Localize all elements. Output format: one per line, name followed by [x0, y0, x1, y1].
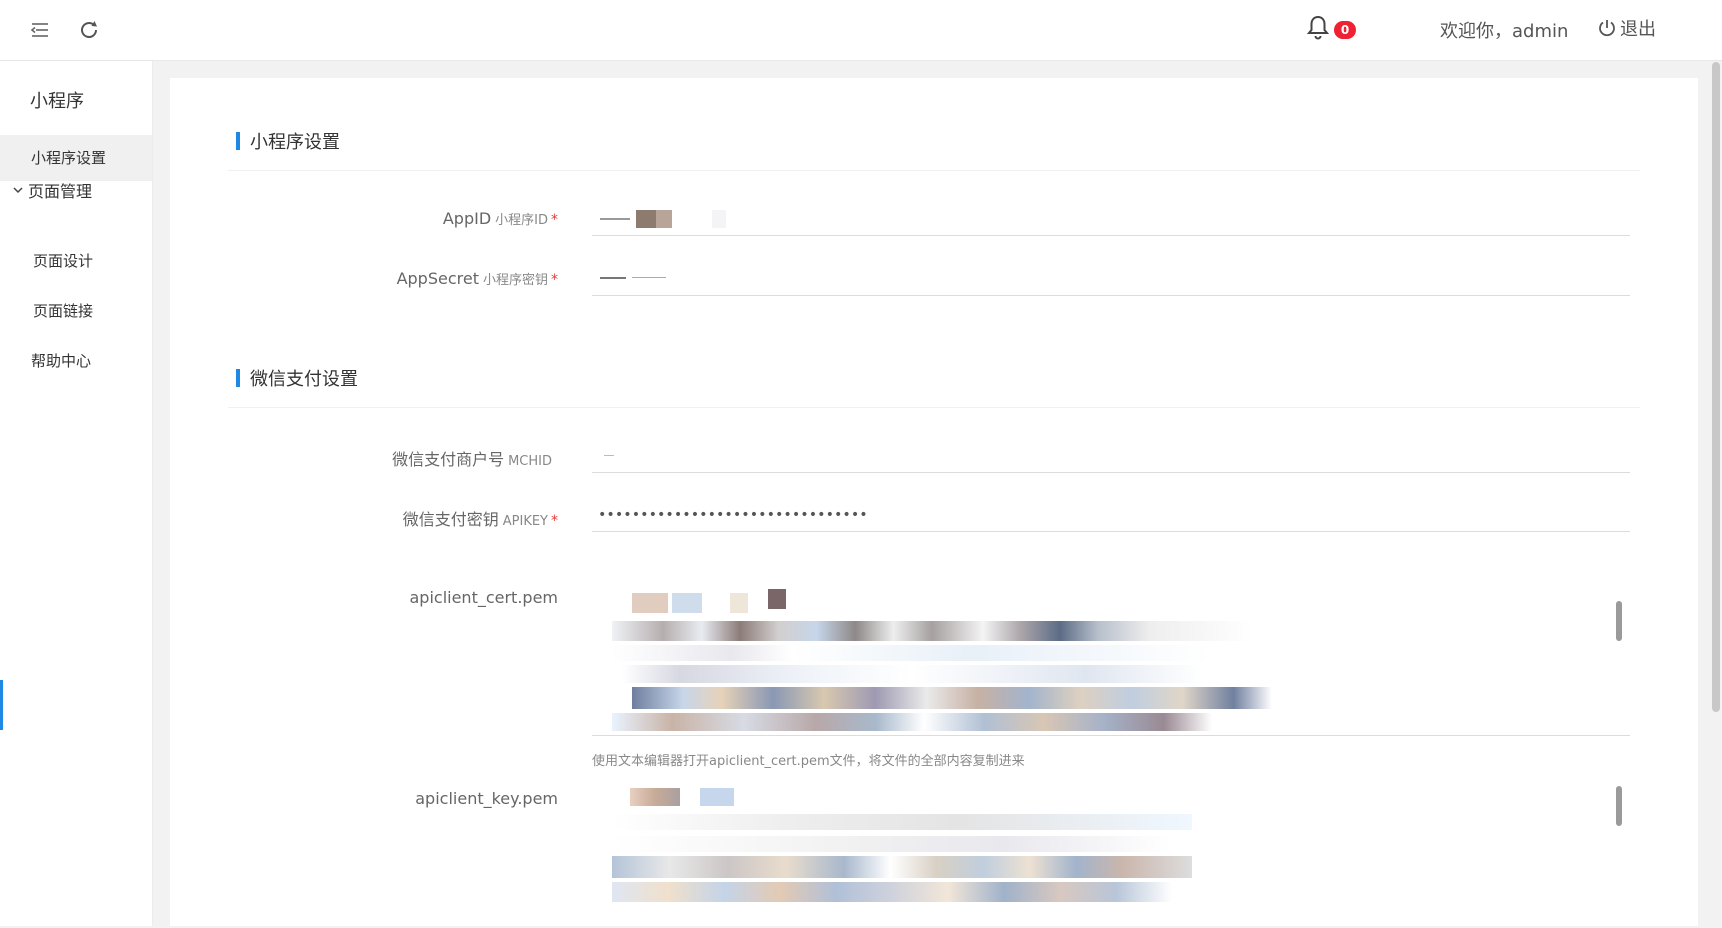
sidebar-item-page-links[interactable]: 页面链接 — [0, 288, 152, 334]
appid-label: AppID 小程序ID * — [442, 209, 558, 228]
cert-hint: 使用文本编辑器打开apiclient_cert.pem文件，将文件的全部内容复制… — [592, 754, 1025, 769]
appsecret-input[interactable] — [592, 262, 1630, 296]
sidebar-item-help-center[interactable]: 帮助中心 — [0, 338, 152, 384]
power-icon — [1599, 20, 1615, 37]
key-label: apiclient_key.pem — [415, 789, 558, 808]
mchid-label: 微信支付商户号 MCHID — [392, 450, 552, 469]
refresh-icon[interactable] — [73, 14, 105, 46]
section-title-wxpay: 微信支付设置 — [236, 365, 358, 391]
welcome-text: 欢迎你，admin — [1440, 21, 1569, 42]
notification-badge: 0 — [1334, 21, 1356, 39]
cert-textarea[interactable] — [592, 575, 1630, 736]
mchid-input[interactable] — [592, 439, 1630, 473]
appsecret-label: AppSecret 小程序密钥 * — [396, 269, 558, 288]
apikey-input[interactable] — [592, 498, 1630, 532]
logout-button[interactable]: 退出 — [1597, 15, 1656, 41]
textarea-scrollbar[interactable] — [1616, 601, 1622, 641]
section-divider — [228, 170, 1640, 171]
section-title-miniprogram: 小程序设置 — [236, 128, 340, 154]
sidebar-item-label: 小程序设置 — [31, 149, 107, 167]
sidebar-group-label: 页面管理 — [28, 182, 93, 201]
sidebar-title: 小程序 — [30, 91, 84, 112]
chevron-down-icon — [13, 187, 23, 194]
section-divider — [228, 407, 1640, 408]
sidebar-group-page-management[interactable]: 页面管理 — [12, 178, 92, 202]
sidebar-item-label: 页面链接 — [33, 302, 94, 320]
textarea-scrollbar[interactable] — [1616, 786, 1622, 826]
left-accent-bar — [0, 680, 3, 730]
sidebar-item-label: 页面设计 — [33, 252, 94, 270]
cert-label: apiclient_cert.pem — [409, 588, 558, 607]
apikey-label: 微信支付密钥 APIKEY * — [402, 510, 558, 529]
bell-icon[interactable] — [1306, 14, 1334, 44]
appid-input[interactable] — [592, 202, 1630, 236]
menu-collapse-icon[interactable] — [24, 14, 56, 46]
sidebar: 小程序 小程序设置 页面管理 页面设计 页面链接 帮助中心 — [0, 61, 153, 926]
sidebar-item-label: 帮助中心 — [31, 352, 92, 370]
page-scrollbar[interactable] — [1712, 62, 1720, 712]
sidebar-item-page-design[interactable]: 页面设计 — [0, 238, 152, 284]
logout-label: 退出 — [1620, 19, 1656, 40]
sidebar-item-miniprogram-settings[interactable]: 小程序设置 — [0, 135, 152, 181]
key-textarea[interactable] — [592, 778, 1630, 928]
top-bar: 0 欢迎你，admin 退出 — [0, 0, 1722, 61]
main-panel: 小程序设置 AppID 小程序ID * AppSecret 小程序密钥 * 微信支付设置… — [170, 78, 1698, 926]
